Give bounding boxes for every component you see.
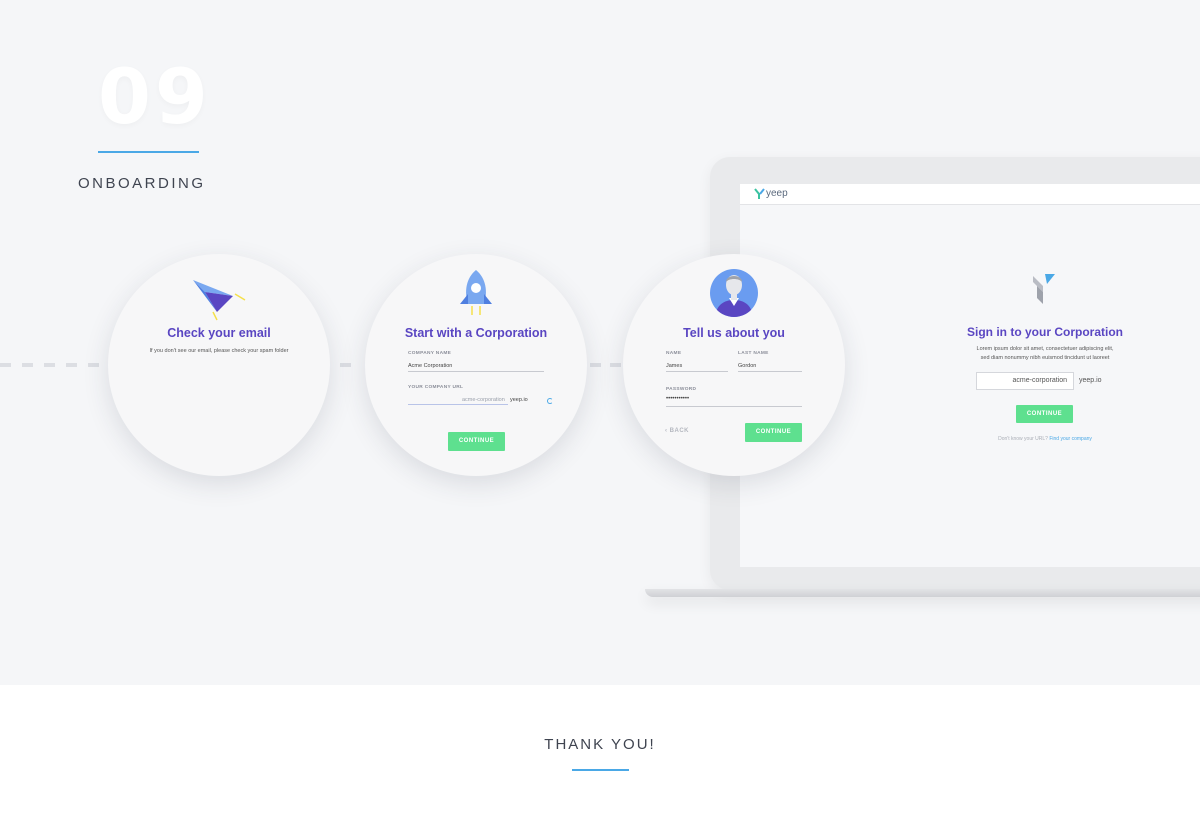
section-number-underline xyxy=(98,151,199,153)
connector-dash xyxy=(0,363,11,367)
company-url-underline xyxy=(408,404,508,405)
paper-plane-icon xyxy=(193,280,246,321)
about-you-card: Tell us about you NAME James LAST NAME G… xyxy=(623,254,845,476)
first-name-underline xyxy=(666,371,728,372)
signin-help-text: Don't know your URL? xyxy=(998,436,1048,442)
signin-url-input[interactable]: acme-corporation xyxy=(976,372,1074,390)
connector-dash xyxy=(590,363,601,367)
section-number: 09 xyxy=(98,52,212,141)
last-name-label: LAST NAME xyxy=(738,351,769,356)
thank-you-underline xyxy=(572,769,629,771)
app-header: yeep xyxy=(740,184,1200,205)
company-name-input[interactable]: Acme Corporation xyxy=(408,363,543,369)
signin-url-value: acme-corporation xyxy=(1012,377,1067,384)
yeep-brand-mark-icon xyxy=(1033,274,1055,304)
last-name-input[interactable]: Gordon xyxy=(738,363,756,369)
back-link[interactable]: ‹ BACK xyxy=(665,428,689,434)
connector-dash xyxy=(66,363,77,367)
first-name-label: NAME xyxy=(666,351,682,356)
corporation-card: Start with a Corporation COMPANY NAME Ac… xyxy=(365,254,587,476)
check-email-title: Check your email xyxy=(167,326,271,340)
check-email-card: Check your email If you don't see our em… xyxy=(108,254,330,476)
first-name-input[interactable]: James xyxy=(666,363,682,369)
back-label: BACK xyxy=(669,428,690,434)
signin-title: Sign in to your Corporation xyxy=(967,325,1123,339)
password-label: PASSWORD xyxy=(666,387,697,392)
signin-continue-button[interactable]: CONTINUE xyxy=(1016,405,1073,423)
about-you-continue-button[interactable]: CONTINUE xyxy=(745,423,802,442)
connector-dash xyxy=(340,363,351,367)
password-underline xyxy=(666,406,802,407)
company-name-label: COMPANY NAME xyxy=(408,351,452,356)
last-name-underline xyxy=(738,371,802,372)
signin-help: Don't know your URL? Find your company xyxy=(940,436,1150,442)
user-avatar-icon xyxy=(710,269,758,317)
company-name-underline xyxy=(408,371,544,372)
company-url-input[interactable]: acme-corporation xyxy=(462,397,505,403)
connector-dash xyxy=(88,363,99,367)
password-input[interactable]: ••••••••••• xyxy=(666,396,689,402)
loading-spinner-icon xyxy=(547,398,553,404)
find-company-link[interactable]: Find your company xyxy=(1049,436,1092,442)
app-logo-text[interactable]: yeep xyxy=(766,188,788,199)
connector-dash xyxy=(44,363,55,367)
company-url-label: YOUR COMPANY URL xyxy=(408,385,464,390)
signin-url-suffix: yeep.io xyxy=(1079,377,1102,384)
signin-description: Lorem ipsum dolor sit amet, consectetuer… xyxy=(976,346,1114,361)
company-url-suffix: yeep.io xyxy=(510,397,528,403)
presentation-canvas: 09 ONBOARDING yeep Sign in to your Corpo… xyxy=(0,0,1200,685)
connector-dash xyxy=(610,363,621,367)
thank-you-text: THANK YOU! xyxy=(544,736,656,753)
corporation-continue-button[interactable]: CONTINUE xyxy=(448,432,505,451)
section-title: ONBOARDING xyxy=(78,175,206,192)
check-email-text: If you don't see our email, please check… xyxy=(149,348,289,354)
about-you-title: Tell us about you xyxy=(683,326,785,340)
connector-dash xyxy=(22,363,33,367)
chevron-left-icon: ‹ xyxy=(665,428,668,434)
rocket-icon xyxy=(460,270,492,315)
corporation-title: Start with a Corporation xyxy=(404,326,548,340)
yeep-logo-icon xyxy=(754,188,765,199)
laptop-base xyxy=(645,589,1200,597)
